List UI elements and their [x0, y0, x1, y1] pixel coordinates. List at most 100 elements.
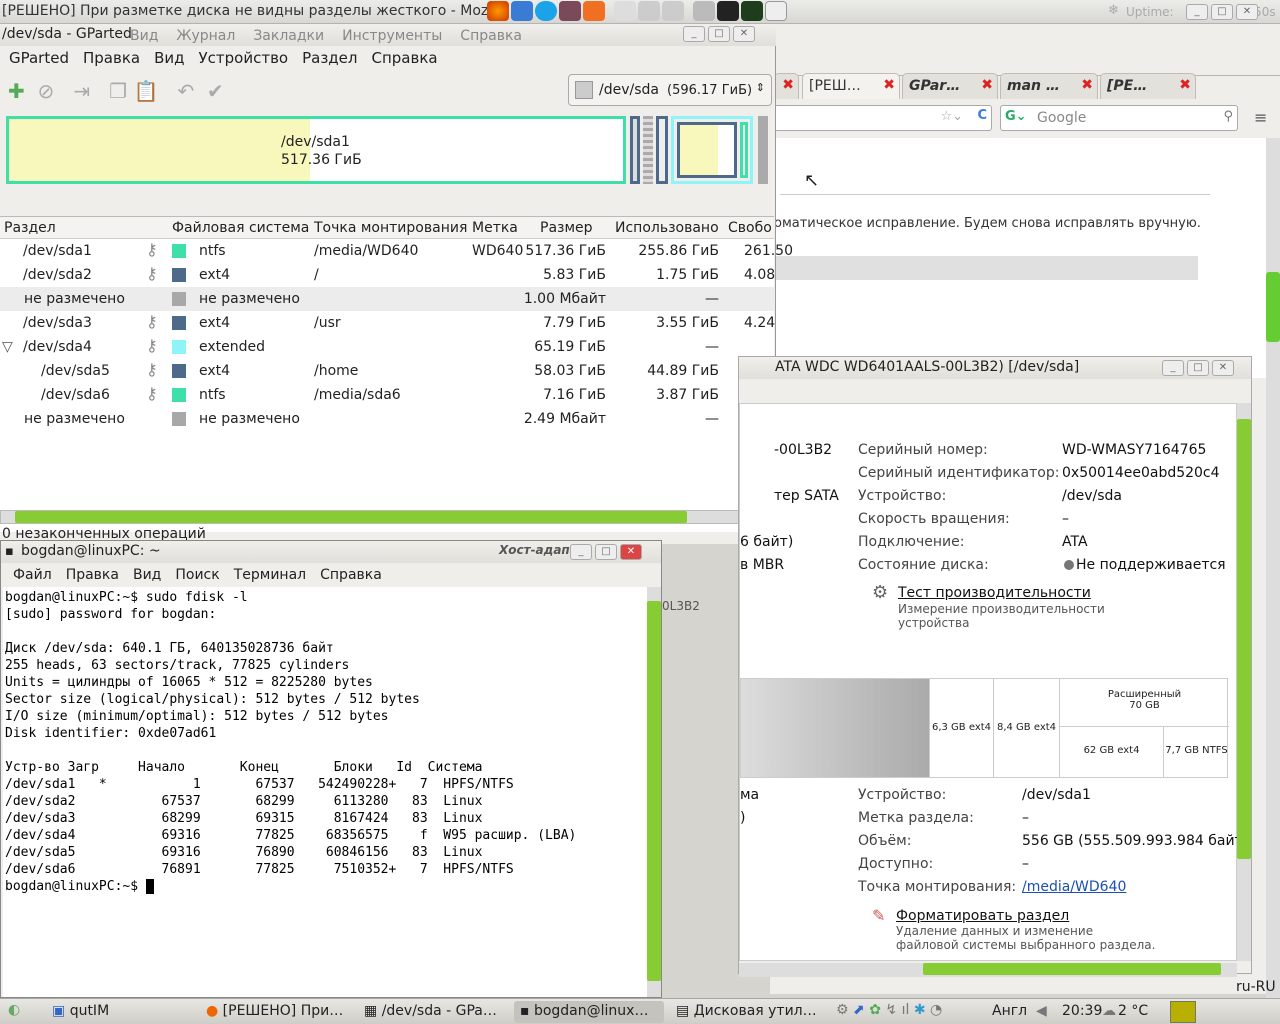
- keyboard-layout[interactable]: Англ: [992, 1003, 1027, 1019]
- terminal-launcher-icon[interactable]: [717, 1, 739, 21]
- usb-launcher-icon[interactable]: [765, 1, 787, 21]
- reload-icon[interactable]: C: [977, 108, 987, 123]
- term-close-button[interactable]: ✕: [620, 544, 642, 560]
- task-qutim[interactable]: ▣ qutIM: [46, 1001, 196, 1023]
- col-free[interactable]: Свобо: [728, 220, 772, 236]
- sysmon-launcher-icon[interactable]: [741, 1, 763, 21]
- graph-sda3[interactable]: [656, 116, 668, 184]
- benchmark-icon[interactable]: ⚙: [872, 582, 888, 603]
- task-firefox[interactable]: ● [РЕШЕНО] При…: [200, 1001, 356, 1023]
- drive2-launcher-icon[interactable]: [662, 1, 684, 21]
- skype-launcher-icon[interactable]: [535, 1, 557, 21]
- du-v-scrollbar[interactable]: [1237, 403, 1251, 961]
- maximize-button[interactable]: □: [1211, 4, 1233, 20]
- graph-sda1[interactable]: /dev/sda1 517.36 ГиБ: [6, 116, 626, 184]
- format-link[interactable]: Форматировать раздел: [896, 908, 1069, 924]
- table-row[interactable]: не размечено не размечено 2.49 Мбайт —: [0, 407, 774, 431]
- minimize-button[interactable]: _: [1186, 4, 1208, 20]
- vol-sda4[interactable]: Расширенный 70 GB: [1059, 679, 1229, 727]
- benchmark-link[interactable]: Тест производительности: [898, 585, 1091, 601]
- drive-launcher-icon[interactable]: [638, 1, 660, 21]
- locale-indicator[interactable]: ru-RU: [1236, 979, 1276, 995]
- device-selector[interactable]: /dev/sda (596.17 ГиБ) ⇕: [568, 74, 772, 106]
- apply-icon[interactable]: ✔: [207, 79, 224, 103]
- clock[interactable]: 20:39: [1062, 1003, 1102, 1019]
- new-partition-icon[interactable]: ✚: [8, 79, 25, 103]
- delete-icon[interactable]: ⊘: [37, 79, 54, 103]
- monitor-launcher-icon[interactable]: [693, 1, 715, 21]
- home-launcher-icon[interactable]: [583, 1, 605, 21]
- vol-sda2[interactable]: 6,3 GB ext4: [929, 679, 993, 777]
- tab-partial[interactable]: ✖: [774, 73, 799, 99]
- resize-icon[interactable]: ⇥: [73, 79, 90, 103]
- menu-edit[interactable]: Правка: [83, 49, 140, 67]
- vol-sda6[interactable]: 7,7 GB NTFS: [1163, 727, 1229, 777]
- tab-gparted[interactable]: GPar… ✖: [902, 73, 998, 99]
- tray-icons[interactable]: ⚙ ⬈ ✿ ↯ ıl ✱ ◔: [836, 1002, 942, 1018]
- term-menu-view[interactable]: Вид: [133, 567, 161, 583]
- menu-view[interactable]: Вид: [154, 49, 184, 67]
- col-partition[interactable]: Раздел: [4, 220, 56, 236]
- gparted-minimize-button[interactable]: _: [683, 26, 705, 42]
- graph-sda2[interactable]: [630, 116, 640, 184]
- graph-sda6[interactable]: [740, 122, 748, 178]
- tab-pe[interactable]: [PE… ✖: [1100, 73, 1196, 99]
- volume-icon[interactable]: ◀: [1036, 1003, 1047, 1019]
- term-menu-file[interactable]: Файл: [13, 567, 52, 583]
- volume-field-value[interactable]: /media/WD640: [1022, 879, 1126, 895]
- term-menu-edit[interactable]: Правка: [66, 567, 119, 583]
- cd-launcher-icon[interactable]: [614, 1, 636, 21]
- menu-overflow-icon[interactable]: ≡: [1254, 108, 1267, 127]
- task-gparted[interactable]: ▦ /dev/sda - GPa…: [358, 1001, 510, 1023]
- menu-partition[interactable]: Раздел: [302, 49, 357, 67]
- vol-sda5[interactable]: 62 GB ext4: [1059, 727, 1163, 777]
- du-h-scrollbar[interactable]: [739, 963, 1237, 977]
- table-row[interactable]: ▽ /dev/sda4 ⚷ extended 65.19 ГиБ —: [0, 335, 774, 359]
- vol-sda1[interactable]: [741, 679, 929, 777]
- du-maximize-button[interactable]: □: [1187, 360, 1209, 376]
- copy-icon[interactable]: ❐: [109, 79, 127, 103]
- search-input[interactable]: G⌄ Google ⚲: [1000, 105, 1238, 131]
- h-scrollbar[interactable]: [0, 510, 774, 524]
- du-minimize-button[interactable]: _: [1162, 360, 1184, 376]
- menu-device[interactable]: Устройство: [199, 49, 289, 67]
- term-menu-help[interactable]: Справка: [320, 567, 382, 583]
- close-button[interactable]: ✕: [1236, 4, 1258, 20]
- table-row[interactable]: /dev/sda6 ⚷ ntfs/media/sda6 7.16 ГиБ 3.87 Ги…: [0, 383, 775, 407]
- app-launcher-icon[interactable]: [559, 1, 581, 21]
- du-close-button[interactable]: ✕: [1212, 360, 1234, 376]
- term-minimize-button[interactable]: _: [570, 544, 592, 560]
- ff-scrollbar[interactable]: [1266, 138, 1280, 1018]
- menu-help[interactable]: Справка: [372, 49, 438, 67]
- table-row[interactable]: /dev/sda3 ⚷ ext4/usr 7.79 ГиБ 3.55 ГиБ 4.24: [0, 311, 775, 335]
- table-row[interactable]: не размечено не размечено 1.00 Мбайт —: [0, 287, 774, 311]
- graph-unallocated[interactable]: [643, 116, 653, 184]
- table-row[interactable]: /dev/sda2 ⚷ ext4 / 5.83 ГиБ 1.75 ГиБ 4.08: [0, 263, 775, 287]
- tab-man[interactable]: man … ✖: [1000, 73, 1098, 99]
- term-menu-search[interactable]: Поиск: [175, 567, 219, 583]
- term-maximize-button[interactable]: □: [595, 544, 617, 560]
- url-bar[interactable]: ☆⌄ C: [770, 105, 992, 131]
- vol-sda3[interactable]: 8,4 GB ext4: [993, 679, 1059, 777]
- tab-resheno[interactable]: [РЕШ… ✖: [802, 73, 900, 99]
- undo-icon[interactable]: ↶: [177, 79, 194, 103]
- col-fs[interactable]: Файловая система: [172, 220, 309, 236]
- col-mount[interactable]: Точка монтирования: [314, 220, 467, 236]
- format-icon[interactable]: ✎: [872, 906, 885, 925]
- term-menu-terminal[interactable]: Терминал: [234, 567, 306, 583]
- show-desktop-icon[interactable]: ◐: [8, 1002, 20, 1018]
- menu-gparted[interactable]: GParted: [9, 49, 69, 67]
- task-disk-utility[interactable]: ▤ Дисковая утил…: [670, 1001, 830, 1023]
- mail-launcher-icon[interactable]: [511, 1, 533, 21]
- table-row[interactable]: /dev/sda5⚷ext4/home58.03 ГиБ44.89 ГиБ13.…: [0, 359, 784, 383]
- bookmark-star-icon[interactable]: ☆⌄: [940, 109, 963, 124]
- table-row[interactable]: /dev/sda1 ⚷ ntfs/media/WD640 WD640 517.36 Ги…: [0, 239, 793, 263]
- gparted-maximize-button[interactable]: □: [708, 26, 730, 42]
- term-scrollbar[interactable]: [647, 587, 661, 997]
- graph-sda4[interactable]: [671, 116, 753, 184]
- firefox-launcher-icon[interactable]: [487, 1, 509, 21]
- paste-icon[interactable]: 📋: [133, 79, 158, 103]
- workspace-switcher[interactable]: [1170, 1001, 1196, 1023]
- graph-sda5[interactable]: [677, 122, 737, 178]
- task-terminal[interactable]: ▪ bogdan@linux…: [514, 1001, 664, 1023]
